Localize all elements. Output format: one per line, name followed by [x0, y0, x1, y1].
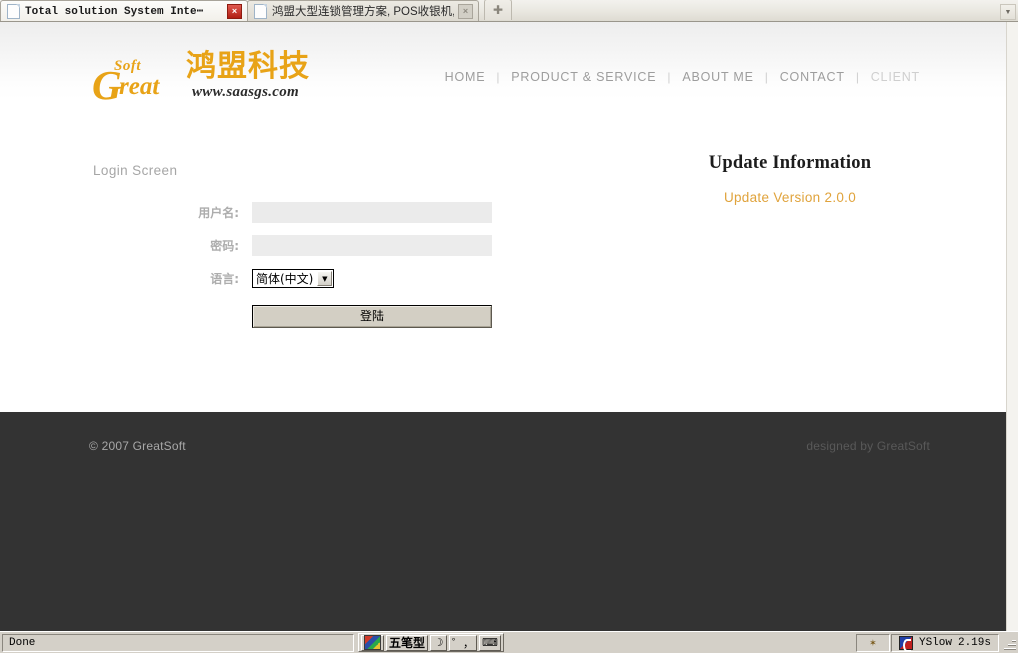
password-row: 密码:	[140, 229, 500, 262]
page-title: Login Screen	[93, 163, 178, 178]
page-viewport: Soft G reat 鸿盟科技 www.saasgs.com HOME | P…	[0, 22, 1018, 631]
yslow-label: YSlow	[918, 636, 952, 649]
close-icon[interactable]: ×	[458, 3, 473, 19]
nav-item-about-me[interactable]: ABOUT ME	[682, 70, 753, 84]
logo-greatsoft-wordmark: Soft G reat	[92, 56, 184, 106]
login-button[interactable]: 登陆	[252, 304, 492, 328]
ime-method-button[interactable]: 五笔型	[386, 634, 429, 651]
update-version-text: Update Version 2.0.0	[723, 190, 857, 205]
footer-copyright: © 2007 GreatSoft	[89, 439, 186, 453]
browser-tab-active[interactable]: Total solution System Inte⋯ ×	[0, 0, 248, 21]
nav-item-home[interactable]: HOME	[445, 70, 486, 84]
logo-reat-text: reat	[119, 73, 160, 100]
nav-item-contact[interactable]: CONTACT	[780, 70, 845, 84]
close-icon[interactable]: ×	[227, 3, 242, 19]
language-select[interactable]: 简体(中文) ▼	[252, 269, 335, 288]
logo-url-text: www.saasgs.com	[192, 84, 299, 100]
nav-separator: |	[855, 70, 860, 84]
username-row: 用户名:	[140, 196, 500, 229]
nav-item-product-service[interactable]: PRODUCT & SERVICE	[511, 70, 656, 84]
language-label: 语言:	[210, 272, 239, 286]
chevron-down-icon[interactable]: ▼	[317, 271, 333, 286]
new-tab-button[interactable]: ✚	[484, 0, 512, 20]
logo-g-text: G	[92, 62, 122, 108]
page-icon	[254, 3, 267, 19]
password-label: 密码:	[210, 239, 239, 253]
status-message: Done	[2, 633, 354, 652]
update-information-title: Update Information	[708, 153, 872, 173]
login-form: 用户名: 密码: 语言: 简体(中文) ▼ 登陆	[140, 196, 500, 331]
logo-chinese-text: 鸿盟科技	[186, 49, 310, 84]
password-input[interactable]	[252, 235, 492, 256]
web-page: Soft G reat 鸿盟科技 www.saasgs.com HOME | P…	[0, 22, 1006, 631]
username-input[interactable]	[252, 202, 492, 223]
username-label: 用户名:	[198, 206, 239, 220]
vertical-scrollbar[interactable]	[1006, 22, 1018, 631]
yslow-icon	[898, 635, 913, 652]
language-select-value: 简体(中文)	[256, 272, 314, 286]
submit-row: 登陆	[140, 295, 500, 331]
moon-icon[interactable]: ☽	[430, 634, 448, 651]
nav-separator: |	[764, 70, 769, 84]
language-row: 语言: 简体(中文) ▼	[140, 262, 500, 295]
yslow-status-button[interactable]: YSlow 2.19s	[890, 633, 999, 652]
resize-grip[interactable]	[1002, 636, 1016, 650]
main-content: Login Screen 用户名: 密码: 语言: 简体(中文) ▼ 登陆 Up…	[0, 101, 1006, 412]
site-header: Soft G reat 鸿盟科技 www.saasgs.com HOME | P…	[0, 22, 1006, 106]
footer-credit: designed by GreatSoft	[806, 439, 930, 453]
browser-tab-bar: Total solution System Inte⋯ × 鸿盟大型连锁管理方案…	[0, 0, 1018, 22]
ime-logo-button[interactable]	[361, 634, 384, 651]
ime-logo-icon	[364, 635, 381, 650]
logo-chinese-block: 鸿盟科技 www.saasgs.com	[186, 49, 336, 102]
nav-separator: |	[496, 70, 501, 84]
browser-tab-inactive[interactable]: 鸿盟大型连锁管理方案, POS收银机, ⋯ ×	[247, 0, 479, 21]
browser-status-bar: Done 五笔型 ☽ ゜， ⌨ ✶ YSlow 2.19s	[0, 631, 1018, 653]
main-navigation: HOME | PRODUCT & SERVICE | ABOUT ME | CO…	[445, 70, 920, 84]
page-icon	[7, 3, 20, 19]
chevron-down-icon[interactable]: ▼	[1000, 4, 1016, 20]
ime-toolbar[interactable]: 五笔型 ☽ ゜， ⌨	[358, 633, 504, 652]
nav-item-client[interactable]: CLIENT	[871, 70, 920, 84]
site-logo[interactable]: Soft G reat 鸿盟科技 www.saasgs.com	[92, 49, 336, 106]
nav-separator: |	[667, 70, 672, 84]
firebug-status-button[interactable]: ✶	[855, 633, 890, 652]
update-information-panel: Update Information Update Version 2.0.0	[640, 153, 940, 205]
bug-icon: ✶	[869, 637, 877, 650]
punctuation-icon[interactable]: ゜，	[449, 634, 478, 651]
tab-title: Total solution System Inte⋯	[25, 6, 204, 18]
keyboard-icon[interactable]: ⌨	[479, 634, 501, 651]
tab-title: 鸿盟大型连锁管理方案, POS收银机, ⋯	[272, 6, 454, 18]
yslow-time: 2.19s	[957, 636, 991, 649]
site-footer: © 2007 GreatSoft designed by GreatSoft	[0, 412, 1006, 631]
